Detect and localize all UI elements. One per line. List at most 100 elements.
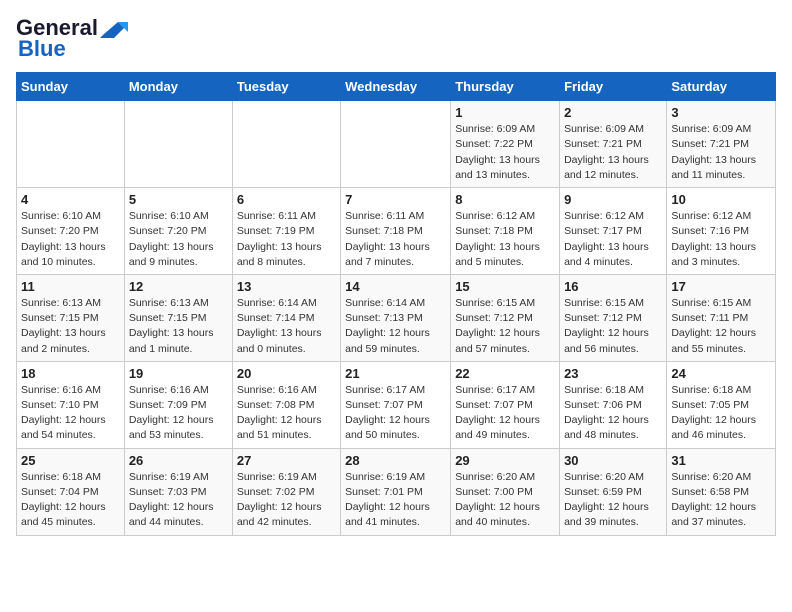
header-wednesday: Wednesday <box>341 73 451 101</box>
day-info: Sunrise: 6:18 AM Sunset: 7:06 PM Dayligh… <box>564 383 662 444</box>
header-saturday: Saturday <box>667 73 776 101</box>
day-info: Sunrise: 6:20 AM Sunset: 6:59 PM Dayligh… <box>564 470 662 531</box>
day-info: Sunrise: 6:15 AM Sunset: 7:11 PM Dayligh… <box>671 296 771 357</box>
header-monday: Monday <box>124 73 232 101</box>
day-info: Sunrise: 6:11 AM Sunset: 7:19 PM Dayligh… <box>237 209 336 270</box>
day-number: 2 <box>564 105 662 120</box>
calendar-cell: 20 Sunrise: 6:16 AM Sunset: 7:08 PM Dayli… <box>232 361 340 448</box>
calendar-cell: 8Sunrise: 6:12 AM Sunset: 7:18 PM Daylig… <box>451 188 560 275</box>
calendar-cell: 16 Sunrise: 6:15 AM Sunset: 7:12 PM Dayli… <box>560 274 667 361</box>
calendar-cell <box>17 101 125 188</box>
day-number: 15 <box>455 279 555 294</box>
calendar-cell: 21 Sunrise: 6:17 AM Sunset: 7:07 PM Dayli… <box>341 361 451 448</box>
calendar-cell: 1 Sunrise: 6:09 AM Sunset: 7:22 PM Daylig… <box>451 101 560 188</box>
day-number: 28 <box>345 453 446 468</box>
day-info: Sunrise: 6:17 AM Sunset: 7:07 PM Dayligh… <box>455 383 555 444</box>
day-info: Sunrise: 6:19 AM Sunset: 7:02 PM Dayligh… <box>237 470 336 531</box>
day-number: 17 <box>671 279 771 294</box>
calendar-header-row: SundayMondayTuesdayWednesdayThursdayFrid… <box>17 73 776 101</box>
day-info: Sunrise: 6:13 AM Sunset: 7:15 PM Dayligh… <box>21 296 120 357</box>
logo-arrow-icon <box>100 20 128 38</box>
day-number: 30 <box>564 453 662 468</box>
week-row-4: 18Sunrise: 6:16 AM Sunset: 7:10 PM Dayli… <box>17 361 776 448</box>
day-info: Sunrise: 6:09 AM Sunset: 7:21 PM Dayligh… <box>671 122 771 183</box>
day-number: 10 <box>671 192 771 207</box>
day-number: 11 <box>21 279 120 294</box>
day-number: 16 <box>564 279 662 294</box>
calendar-cell: 27 Sunrise: 6:19 AM Sunset: 7:02 PM Dayli… <box>232 448 340 535</box>
week-row-2: 4 Sunrise: 6:10 AM Sunset: 7:20 PM Daylig… <box>17 188 776 275</box>
day-info: Sunrise: 6:15 AM Sunset: 7:12 PM Dayligh… <box>564 296 662 357</box>
day-info: Sunrise: 6:10 AM Sunset: 7:20 PM Dayligh… <box>21 209 120 270</box>
day-number: 31 <box>671 453 771 468</box>
day-info: Sunrise: 6:18 AM Sunset: 7:04 PM Dayligh… <box>21 470 120 531</box>
header-friday: Friday <box>560 73 667 101</box>
calendar-cell: 4 Sunrise: 6:10 AM Sunset: 7:20 PM Daylig… <box>17 188 125 275</box>
day-info: Sunrise: 6:13 AM Sunset: 7:15 PM Dayligh… <box>129 296 228 357</box>
day-number: 6 <box>237 192 336 207</box>
calendar-cell: 10 Sunrise: 6:12 AM Sunset: 7:16 PM Dayli… <box>667 188 776 275</box>
day-number: 22 <box>455 366 555 381</box>
day-info: Sunrise: 6:12 AM Sunset: 7:18 PM Dayligh… <box>455 209 555 270</box>
day-number: 29 <box>455 453 555 468</box>
calendar-cell: 26Sunrise: 6:19 AM Sunset: 7:03 PM Dayli… <box>124 448 232 535</box>
day-info: Sunrise: 6:17 AM Sunset: 7:07 PM Dayligh… <box>345 383 446 444</box>
calendar-cell: 7 Sunrise: 6:11 AM Sunset: 7:18 PM Daylig… <box>341 188 451 275</box>
calendar-cell: 9 Sunrise: 6:12 AM Sunset: 7:17 PM Daylig… <box>560 188 667 275</box>
day-number: 20 <box>237 366 336 381</box>
day-number: 21 <box>345 366 446 381</box>
day-number: 13 <box>237 279 336 294</box>
calendar-cell: 24Sunrise: 6:18 AM Sunset: 7:05 PM Dayli… <box>667 361 776 448</box>
calendar-cell: 5Sunrise: 6:10 AM Sunset: 7:20 PM Daylig… <box>124 188 232 275</box>
week-row-1: 1 Sunrise: 6:09 AM Sunset: 7:22 PM Daylig… <box>17 101 776 188</box>
calendar-cell <box>232 101 340 188</box>
calendar-cell <box>341 101 451 188</box>
calendar-table: SundayMondayTuesdayWednesdayThursdayFrid… <box>16 72 776 535</box>
calendar-cell: 14 Sunrise: 6:14 AM Sunset: 7:13 PM Dayli… <box>341 274 451 361</box>
day-number: 9 <box>564 192 662 207</box>
day-number: 1 <box>455 105 555 120</box>
day-info: Sunrise: 6:11 AM Sunset: 7:18 PM Dayligh… <box>345 209 446 270</box>
day-info: Sunrise: 6:14 AM Sunset: 7:13 PM Dayligh… <box>345 296 446 357</box>
day-info: Sunrise: 6:10 AM Sunset: 7:20 PM Dayligh… <box>129 209 228 270</box>
calendar-cell: 23Sunrise: 6:18 AM Sunset: 7:06 PM Dayli… <box>560 361 667 448</box>
day-number: 12 <box>129 279 228 294</box>
day-info: Sunrise: 6:19 AM Sunset: 7:01 PM Dayligh… <box>345 470 446 531</box>
header-thursday: Thursday <box>451 73 560 101</box>
day-number: 14 <box>345 279 446 294</box>
day-info: Sunrise: 6:09 AM Sunset: 7:22 PM Dayligh… <box>455 122 555 183</box>
week-row-5: 25Sunrise: 6:18 AM Sunset: 7:04 PM Dayli… <box>17 448 776 535</box>
calendar-cell: 30 Sunrise: 6:20 AM Sunset: 6:59 PM Dayli… <box>560 448 667 535</box>
calendar-cell: 3 Sunrise: 6:09 AM Sunset: 7:21 PM Daylig… <box>667 101 776 188</box>
day-info: Sunrise: 6:14 AM Sunset: 7:14 PM Dayligh… <box>237 296 336 357</box>
day-number: 3 <box>671 105 771 120</box>
day-number: 7 <box>345 192 446 207</box>
day-info: Sunrise: 6:12 AM Sunset: 7:17 PM Dayligh… <box>564 209 662 270</box>
day-number: 26 <box>129 453 228 468</box>
week-row-3: 11 Sunrise: 6:13 AM Sunset: 7:15 PM Dayli… <box>17 274 776 361</box>
day-number: 27 <box>237 453 336 468</box>
calendar-cell: 12 Sunrise: 6:13 AM Sunset: 7:15 PM Dayli… <box>124 274 232 361</box>
calendar-cell: 25Sunrise: 6:18 AM Sunset: 7:04 PM Dayli… <box>17 448 125 535</box>
day-number: 4 <box>21 192 120 207</box>
day-number: 19 <box>129 366 228 381</box>
calendar-cell: 17 Sunrise: 6:15 AM Sunset: 7:11 PM Dayli… <box>667 274 776 361</box>
day-info: Sunrise: 6:20 AM Sunset: 6:58 PM Dayligh… <box>671 470 771 531</box>
header-sunday: Sunday <box>17 73 125 101</box>
day-number: 18 <box>21 366 120 381</box>
page-header: General Blue <box>16 16 776 62</box>
calendar-cell: 19 Sunrise: 6:16 AM Sunset: 7:09 PM Dayli… <box>124 361 232 448</box>
calendar-cell: 31 Sunrise: 6:20 AM Sunset: 6:58 PM Dayli… <box>667 448 776 535</box>
day-info: Sunrise: 6:09 AM Sunset: 7:21 PM Dayligh… <box>564 122 662 183</box>
day-info: Sunrise: 6:12 AM Sunset: 7:16 PM Dayligh… <box>671 209 771 270</box>
calendar-cell: 13 Sunrise: 6:14 AM Sunset: 7:14 PM Dayli… <box>232 274 340 361</box>
calendar-cell: 28 Sunrise: 6:19 AM Sunset: 7:01 PM Dayli… <box>341 448 451 535</box>
day-info: Sunrise: 6:16 AM Sunset: 7:08 PM Dayligh… <box>237 383 336 444</box>
day-info: Sunrise: 6:16 AM Sunset: 7:09 PM Dayligh… <box>129 383 228 444</box>
logo: General Blue <box>16 16 128 62</box>
calendar-cell: 22 Sunrise: 6:17 AM Sunset: 7:07 PM Dayli… <box>451 361 560 448</box>
calendar-cell: 6 Sunrise: 6:11 AM Sunset: 7:19 PM Daylig… <box>232 188 340 275</box>
calendar-cell: 15Sunrise: 6:15 AM Sunset: 7:12 PM Dayli… <box>451 274 560 361</box>
header-tuesday: Tuesday <box>232 73 340 101</box>
day-info: Sunrise: 6:18 AM Sunset: 7:05 PM Dayligh… <box>671 383 771 444</box>
